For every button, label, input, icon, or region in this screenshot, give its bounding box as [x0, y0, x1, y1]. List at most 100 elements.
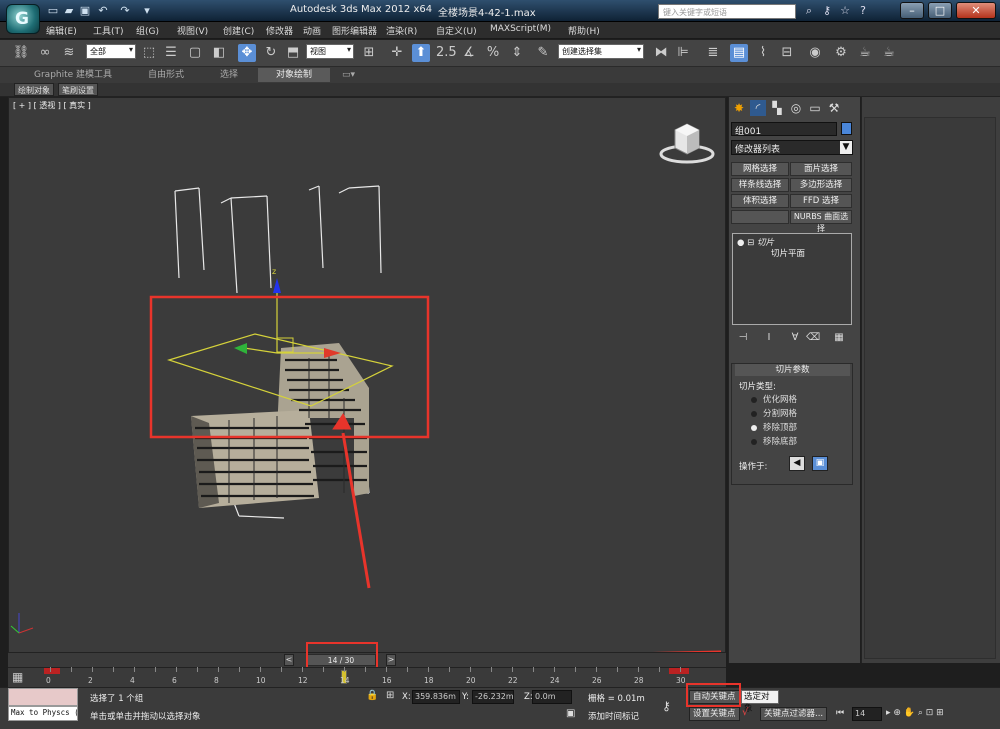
curve-editor-icon[interactable]: ⌇ [754, 44, 772, 62]
undo-icon[interactable]: ↶ [96, 4, 110, 17]
rectangular-selection-icon[interactable]: ▢ [186, 44, 204, 62]
expand-icon[interactable]: ⊟ [747, 238, 754, 248]
app-logo-icon[interactable]: G [6, 4, 40, 34]
menu-create[interactable]: 创建(C) [223, 24, 254, 37]
align-icon[interactable]: ⊫ [674, 44, 692, 62]
select-by-name-icon[interactable]: ☰ [162, 44, 180, 62]
pin-stack-icon[interactable]: ⊣ [736, 331, 750, 344]
rollout-title[interactable]: 切片参数 [735, 364, 850, 376]
menu-animation[interactable]: 动画 [303, 24, 321, 37]
unlink-icon[interactable]: ∞ [36, 44, 54, 62]
key-filters-button[interactable]: 关键点过滤器... [760, 707, 828, 721]
next-frame-button[interactable]: > [386, 654, 396, 666]
menu-customize[interactable]: 自定义(U) [436, 24, 477, 37]
rendered-frame-icon[interactable]: ☕ [856, 44, 874, 62]
lock-selection-icon[interactable]: 🔒 [366, 690, 378, 701]
spline-select-button[interactable]: 样条线选择 [731, 178, 789, 192]
mini-curve-editor-icon[interactable]: ▦ [12, 669, 30, 685]
link-icon[interactable]: ⛓ [12, 44, 30, 62]
add-time-tag[interactable]: 添加时间标记 [588, 710, 639, 722]
graphite-toggle-icon[interactable]: ▤ [730, 44, 748, 62]
paint-objects-button[interactable]: 绘制对象 [14, 83, 54, 96]
open-file-icon[interactable]: ▰ [62, 4, 76, 17]
chevron-down-icon[interactable]: ▼ [840, 141, 852, 154]
key-icon[interactable]: ⚷ [662, 699, 671, 713]
menu-tools[interactable]: 工具(T) [93, 24, 124, 37]
selection-filter-dropdown[interactable]: 全部 [86, 44, 136, 59]
named-selection-set-dropdown[interactable]: 创建选择集 [558, 44, 644, 59]
menu-edit[interactable]: 编辑(E) [46, 24, 77, 37]
object-color-swatch[interactable] [841, 122, 852, 135]
maximize-button[interactable]: □ [928, 2, 952, 19]
key-mode-icon[interactable]: √ [742, 707, 748, 718]
motion-tab-icon[interactable]: ◎ [788, 100, 804, 116]
render-production-icon[interactable]: ☕ [880, 44, 898, 62]
radio-split-mesh[interactable]: 分割网格 [751, 407, 797, 419]
snaps-toggle-icon[interactable]: 2.5 [436, 44, 457, 62]
select-manipulate-icon[interactable]: ✛ [388, 44, 406, 62]
menu-views[interactable]: 视图(V) [177, 24, 208, 37]
operate-on-face-button[interactable]: ◀ [789, 456, 805, 471]
poly-select-button[interactable]: 多边形选择 [790, 178, 852, 192]
tab-graphite[interactable]: Graphite 建模工具 [34, 68, 112, 82]
empty-modifier-slot[interactable] [731, 210, 789, 224]
radio-remove-top[interactable]: 移除顶部 [751, 421, 797, 433]
absolute-mode-icon[interactable]: ⊞ [386, 690, 394, 701]
select-and-move-icon[interactable]: ✥ [238, 44, 256, 62]
z-coordinate-field[interactable]: 0.0m [532, 690, 572, 704]
tab-selection[interactable]: 选择 [220, 68, 238, 82]
menu-maxscript[interactable]: MAXScript(M) [490, 24, 551, 34]
bind-space-warp-icon[interactable]: ≋ [60, 44, 78, 62]
percent-snap-icon[interactable]: % [484, 44, 502, 62]
menu-group[interactable]: 组(G) [136, 24, 159, 37]
minimize-button[interactable]: – [900, 2, 924, 19]
schematic-view-icon[interactable]: ⊟ [778, 44, 796, 62]
star-icon[interactable]: ☆ [838, 4, 852, 18]
ribbon-options-icon[interactable]: ▭▾ [342, 68, 355, 82]
menu-help[interactable]: 帮助(H) [568, 24, 600, 37]
reference-coordinate-dropdown[interactable]: 视图 [306, 44, 354, 59]
window-crossing-icon[interactable]: ◧ [210, 44, 228, 62]
mesh-select-button[interactable]: 网格选择 [731, 162, 789, 176]
redo-icon[interactable]: ↷ [118, 4, 132, 17]
brush-settings-button[interactable]: 笔刷设置 [58, 83, 98, 96]
object-name-field[interactable]: 组001 [731, 122, 837, 137]
radio-remove-bottom[interactable]: 移除底部 [751, 435, 797, 447]
remove-modifier-icon[interactable]: ⌫ [806, 331, 820, 344]
configure-sets-icon[interactable]: ▦ [832, 331, 846, 344]
mirror-icon[interactable]: ⧓ [652, 44, 670, 62]
search-input[interactable]: 键入关键字或短语 [658, 4, 796, 19]
stack-item-slice[interactable]: ● ⊟ 切片 [737, 236, 774, 248]
tab-freeform[interactable]: 自由形式 [148, 68, 184, 82]
edit-named-selection-icon[interactable]: ✎ [534, 44, 552, 62]
spinner-snap-icon[interactable]: ⇕ [508, 44, 526, 62]
render-setup-icon[interactable]: ⚙ [832, 44, 850, 62]
radio-refine-mesh[interactable]: 优化网格 [751, 393, 797, 405]
menu-modifiers[interactable]: 修改器 [266, 24, 293, 37]
select-object-icon[interactable]: ⬚ [140, 44, 158, 62]
x-coordinate-field[interactable]: 359.836m [412, 690, 460, 704]
tab-object-paint[interactable]: 对象绘制 [258, 68, 331, 82]
maxscript-listener-top[interactable] [8, 688, 78, 706]
go-to-start-icon[interactable]: ⏮ [836, 708, 844, 718]
select-and-scale-icon[interactable]: ⬒ [284, 44, 302, 62]
select-and-rotate-icon[interactable]: ↻ [262, 44, 280, 62]
binoculars-icon[interactable]: ⌕ [802, 4, 816, 18]
time-tag-icon[interactable]: ▣ [566, 708, 575, 719]
volume-select-button[interactable]: 体积选择 [731, 194, 789, 208]
new-file-icon[interactable]: ▭ [46, 4, 60, 17]
close-button[interactable]: ✕ [956, 2, 996, 19]
make-unique-icon[interactable]: ∀ [788, 331, 802, 344]
angle-snap-icon[interactable]: ∡ [460, 44, 478, 62]
maxscript-listener-input[interactable]: Max to Physcs ( [8, 706, 78, 721]
layer-manager-icon[interactable]: ≣ [704, 44, 722, 62]
lightbulb-icon[interactable]: ● [737, 238, 744, 248]
stack-item-slice-plane[interactable]: 切片平面 [771, 247, 805, 259]
modifier-stack[interactable]: ● ⊟ 切片 切片平面 [732, 233, 852, 325]
modifier-list-dropdown[interactable]: 修改器列表 [731, 140, 853, 155]
material-editor-icon[interactable]: ◉ [806, 44, 824, 62]
operate-on-polygon-button[interactable]: ▣ [812, 456, 828, 471]
key-marker[interactable] [669, 668, 689, 674]
help-icon[interactable]: ? [856, 4, 870, 18]
show-end-result-icon[interactable]: Ⅰ [762, 331, 776, 344]
